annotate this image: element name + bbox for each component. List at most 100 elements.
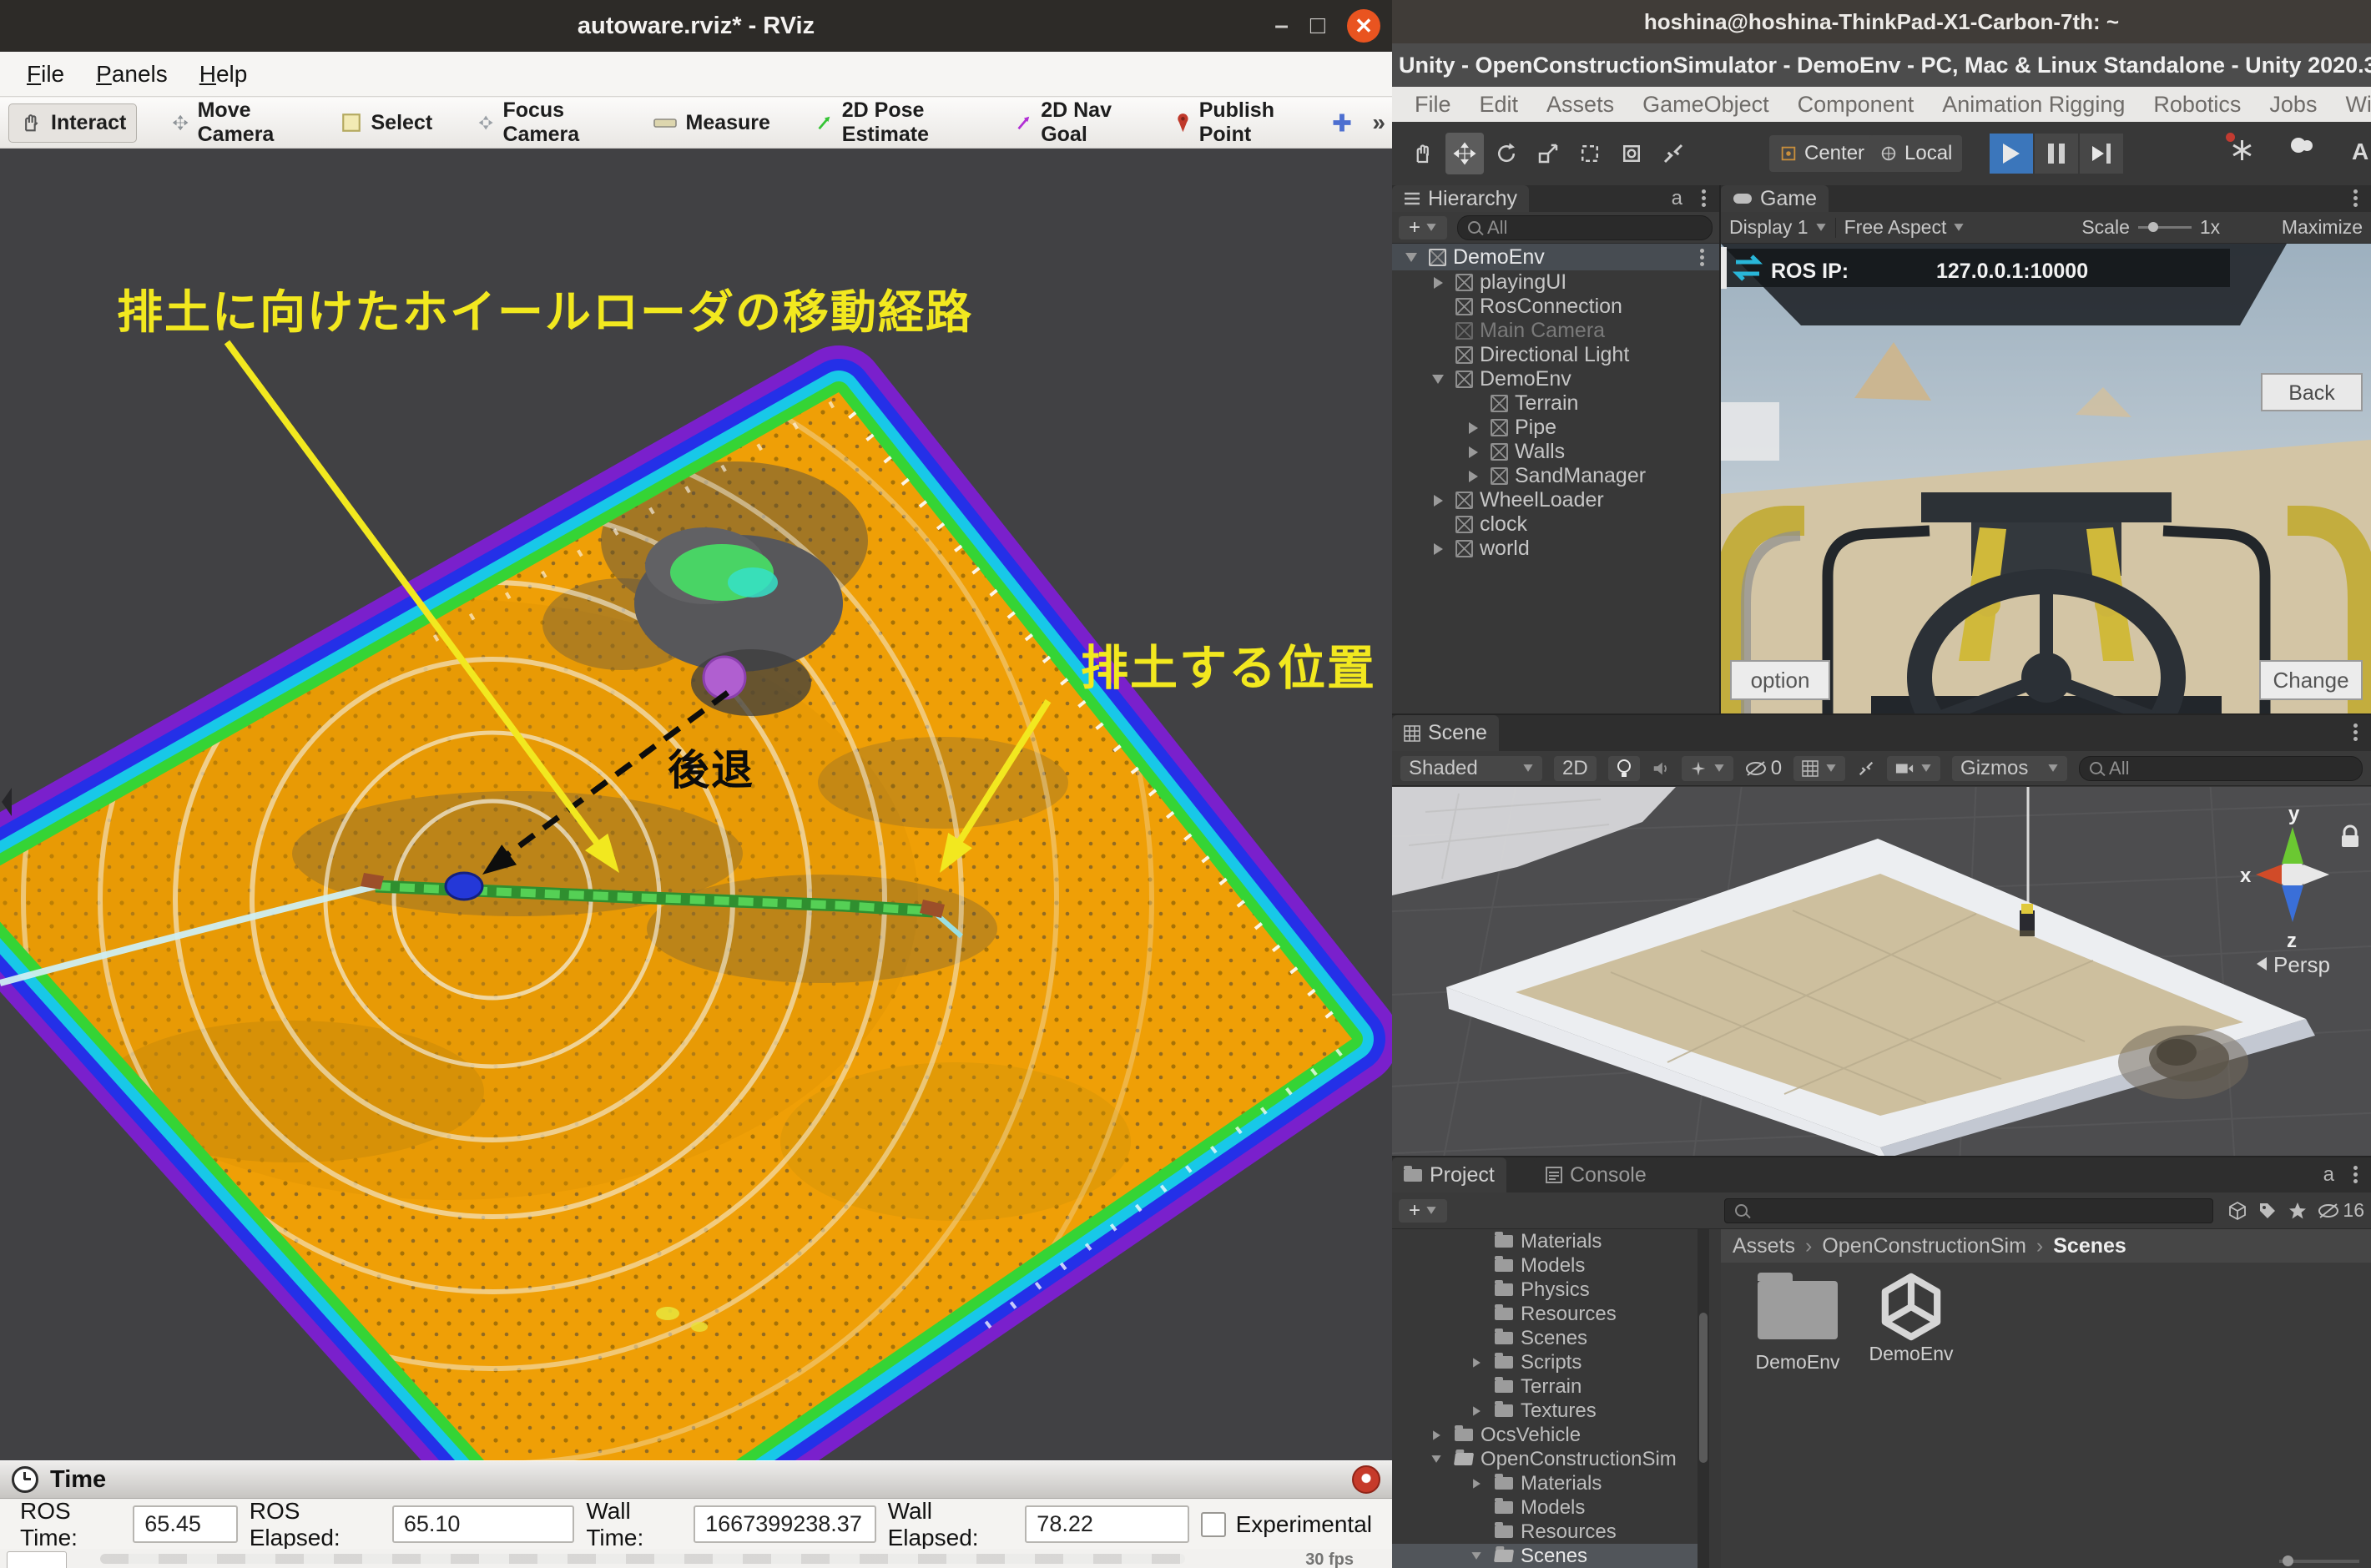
scene-menu-icon[interactable]	[1700, 255, 1704, 260]
ros-elapsed-field[interactable]: 65.10	[392, 1505, 574, 1543]
scene-search-input[interactable]: All	[2079, 756, 2363, 781]
project-tree-item[interactable]: Terrain	[1392, 1374, 1709, 1399]
hierarchy-item[interactable]: WheelLoader	[1392, 488, 1719, 512]
hierarchy-scene-root[interactable]: DemoEnv	[1392, 244, 1719, 270]
measure-tool-button[interactable]: Measure	[643, 104, 780, 142]
expand-arrow-icon[interactable]	[1469, 471, 1478, 482]
hierarchy-item[interactable]: Terrain	[1392, 391, 1719, 416]
collapse-arrow-icon[interactable]	[1471, 1552, 1481, 1560]
hand-tool-button[interactable]	[1404, 133, 1442, 174]
lock-icon[interactable]: a	[2323, 1163, 2334, 1187]
menu-assets[interactable]: Assets	[1532, 92, 1628, 118]
tab-game[interactable]: Game	[1721, 185, 1829, 212]
menu-animation-rigging[interactable]: Animation Rigging	[1928, 92, 2139, 118]
project-tree-item[interactable]: Resources	[1392, 1520, 1709, 1544]
collapse-arrow-icon[interactable]	[1432, 375, 1444, 384]
select-tool-button[interactable]: Select	[330, 104, 442, 142]
reset-button[interactable]	[7, 1551, 67, 1568]
component-tools-button[interactable]	[1857, 759, 1875, 778]
breadcrumb-scenes[interactable]: Scenes	[2053, 1234, 2126, 1258]
menu-help[interactable]: Help	[186, 61, 261, 88]
publish-point-tool-button[interactable]: Publish Point	[1165, 92, 1306, 154]
pivot-local-button[interactable]: Local	[1869, 135, 1962, 172]
project-tree-item[interactable]: Textures	[1392, 1399, 1709, 1423]
menu-gameobject[interactable]: GameObject	[1628, 92, 1783, 118]
pivot-center-button[interactable]: Center	[1769, 135, 1874, 172]
account-button[interactable]: A	[2352, 139, 2368, 165]
asset-zoom-slider[interactable]	[2279, 1560, 2359, 1563]
rviz-titlebar[interactable]: autoware.rviz* - RViz – □ ✕	[0, 0, 1392, 52]
wall-elapsed-field[interactable]: 78.22	[1025, 1505, 1188, 1543]
hidden-items-button[interactable]: 16	[2318, 1199, 2364, 1222]
lock-icon[interactable]: a	[1672, 187, 1682, 210]
scene-visibility-button[interactable]: 0	[1745, 757, 1782, 780]
close-icon[interactable]: ✕	[1347, 9, 1380, 43]
hierarchy-item[interactable]: RosConnection	[1392, 295, 1719, 319]
pause-button[interactable]	[2035, 134, 2078, 174]
hierarchy-item[interactable]: playingUI	[1392, 270, 1719, 295]
change-button[interactable]: Change	[2260, 661, 2362, 699]
project-tree-item[interactable]: OcsVehicle	[1392, 1423, 1709, 1447]
scene-3d-view[interactable]: y x z Persp	[1392, 787, 2371, 1157]
time-panel-header[interactable]: Time	[0, 1460, 1392, 1499]
expand-arrow-icon[interactable]	[1434, 543, 1443, 555]
project-tree-item[interactable]: Scripts	[1392, 1350, 1709, 1374]
hierarchy-item[interactable]: SandManager	[1392, 464, 1719, 488]
experimental-checkbox[interactable]	[1201, 1512, 1226, 1537]
hierarchy-menu-icon[interactable]	[1702, 196, 1706, 200]
move-tool-button[interactable]	[1445, 133, 1484, 174]
project-tree-item-selected[interactable]: Scenes	[1392, 1544, 1709, 1568]
expand-arrow-icon[interactable]	[1434, 495, 1443, 507]
project-tree-item[interactable]: OpenConstructionSim	[1392, 1447, 1709, 1471]
minimize-icon[interactable]: –	[1274, 13, 1289, 38]
tab-scene[interactable]: Scene	[1392, 715, 1499, 751]
ros-time-field[interactable]: 65.45	[133, 1505, 237, 1543]
expand-arrow-icon[interactable]	[1469, 446, 1478, 458]
menu-jobs[interactable]: Jobs	[2255, 92, 2331, 118]
effects-dropdown[interactable]	[1682, 756, 1733, 781]
hierarchy-item[interactable]: Main Camera	[1392, 319, 1719, 343]
project-tree-item[interactable]: Models	[1392, 1253, 1709, 1278]
project-tree-item[interactable]: Resources	[1392, 1302, 1709, 1326]
menu-window[interactable]: Wind	[2331, 92, 2371, 118]
tab-project[interactable]: Project	[1392, 1157, 1506, 1192]
asset-scene-demoenv[interactable]: DemoEnv	[1853, 1273, 1970, 1365]
unity-titlebar[interactable]: Unity - OpenConstructionSimulator - Demo…	[1392, 43, 2371, 87]
transform-tool-button[interactable]	[1612, 133, 1651, 174]
game-render-view[interactable]: ROS IP: 127.0.0.1:10000 Back option Chan…	[1721, 244, 2371, 713]
focus-camera-tool-button[interactable]: Focus Camera	[467, 92, 617, 154]
tab-console[interactable]: Console	[1534, 1157, 1658, 1192]
collapse-arrow-icon[interactable]	[1405, 253, 1417, 262]
menu-robotics[interactable]: Robotics	[2139, 92, 2255, 118]
expand-arrow-icon[interactable]	[1473, 1406, 1481, 1415]
aspect-selector[interactable]: Free Aspect	[1844, 216, 1965, 239]
gizmos-dropdown[interactable]: Gizmos	[1952, 756, 2067, 781]
terminal-titlebar[interactable]: hoshina@hoshina-ThinkPad-X1-Carbon-7th: …	[1392, 0, 2371, 43]
hierarchy-item[interactable]: Pipe	[1392, 416, 1719, 440]
project-tree-item[interactable]: Physics	[1392, 1278, 1709, 1302]
project-create-button[interactable]: +	[1399, 1199, 1447, 1223]
scene-menu-icon[interactable]	[2353, 730, 2358, 734]
grid-dropdown[interactable]	[1793, 756, 1845, 781]
project-tree-item[interactable]: Scenes	[1392, 1326, 1709, 1350]
hierarchy-item[interactable]: world	[1392, 537, 1719, 561]
rotate-tool-button[interactable]	[1487, 133, 1526, 174]
menu-edit[interactable]: Edit	[1465, 92, 1533, 118]
blue-cross-icon[interactable]	[1330, 111, 1354, 134]
time-panel-close-icon[interactable]	[1352, 1465, 1380, 1494]
toolbar-overflow-button[interactable]: »	[1372, 109, 1385, 136]
custom-tool-button[interactable]	[1654, 133, 1692, 174]
menu-file[interactable]: File	[1400, 92, 1465, 118]
camera-dropdown[interactable]	[1887, 756, 1940, 781]
project-menu-icon[interactable]	[2353, 1172, 2358, 1177]
game-menu-icon[interactable]	[2353, 196, 2358, 200]
menu-component[interactable]: Component	[1783, 92, 1929, 118]
expand-arrow-icon[interactable]	[1473, 1358, 1481, 1367]
project-tree-item[interactable]: Materials	[1392, 1471, 1709, 1495]
2d-toggle-button[interactable]: 2D	[1554, 756, 1597, 781]
rviz-3d-viewport[interactable]: 排土に向けたホイールローダの移動経路 排土する位置 後退	[0, 149, 1392, 1460]
lighting-toggle-button[interactable]	[1608, 756, 1640, 781]
wall-time-field[interactable]: 1667399238.37	[694, 1505, 875, 1543]
expand-arrow-icon[interactable]	[1433, 1430, 1440, 1439]
nav-goal-tool-button[interactable]: 2D Nav Goal	[1005, 92, 1140, 154]
